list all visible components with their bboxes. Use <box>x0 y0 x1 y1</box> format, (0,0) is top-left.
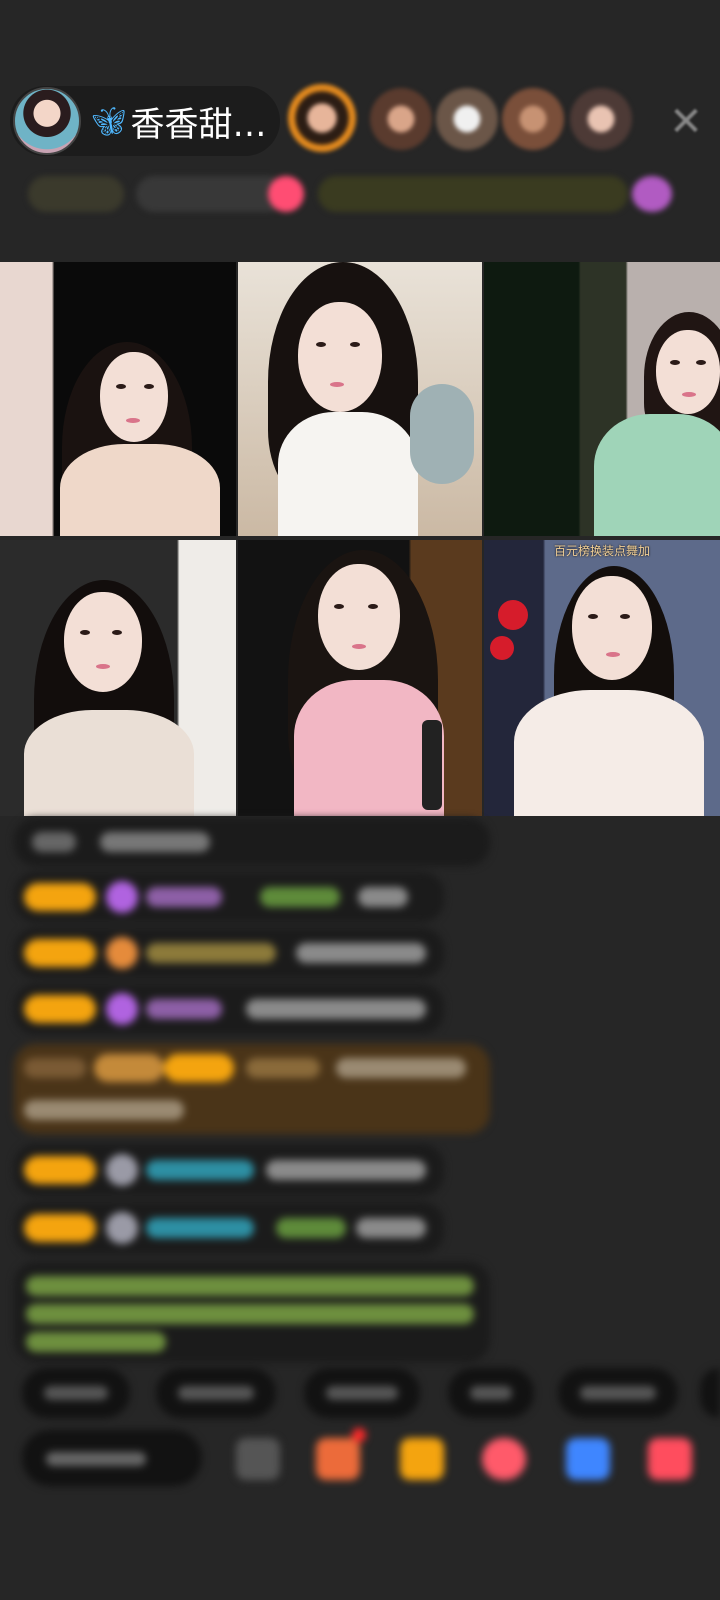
notification-dot <box>352 1428 366 1442</box>
tile-caption: 百元榜换装点舞加 <box>553 544 650 558</box>
share-icon[interactable] <box>566 1438 610 1480</box>
quick-chip[interactable] <box>304 1368 420 1418</box>
chat-message <box>14 1144 444 1196</box>
video-tile-1[interactable] <box>0 262 236 536</box>
top-viewer-avatar-5[interactable] <box>570 88 632 150</box>
room-tags-row[interactable] <box>20 172 700 216</box>
quick-chip[interactable] <box>558 1368 678 1418</box>
chat-input[interactable] <box>22 1430 202 1486</box>
gift-icon[interactable] <box>648 1438 692 1480</box>
video-tile-6[interactable]: 百元榜换装点舞加 <box>484 540 720 816</box>
butterfly-icon: 🦋︎ <box>91 104 127 138</box>
top-viewer-avatar-3[interactable] <box>436 88 498 150</box>
emoji-icon[interactable] <box>236 1438 280 1480</box>
video-tile-2[interactable] <box>238 262 482 536</box>
chat-message <box>14 872 444 922</box>
game-icon[interactable] <box>482 1438 526 1480</box>
chat-message <box>14 984 444 1034</box>
quick-chip[interactable] <box>22 1368 130 1418</box>
top-viewer-avatar-2[interactable] <box>370 88 432 150</box>
close-icon[interactable]: ✕ <box>664 100 708 144</box>
chat-message-highlight <box>14 1044 490 1134</box>
gift-box-icon[interactable] <box>316 1438 360 1480</box>
top-viewer-avatar-4[interactable] <box>502 88 564 150</box>
host-name[interactable]: 🦋︎ 香香甜… <box>91 97 267 146</box>
video-tile-3[interactable] <box>484 262 720 536</box>
chat-message <box>14 928 444 978</box>
chat-message <box>14 1202 444 1254</box>
quick-chip[interactable] <box>448 1368 534 1418</box>
host-profile-pill[interactable]: 🦋︎ 香香甜… <box>10 86 280 156</box>
top-viewer-avatar-1[interactable] <box>288 84 356 152</box>
host-avatar[interactable] <box>13 87 81 155</box>
video-tile-4[interactable] <box>0 540 236 816</box>
quick-chip[interactable] <box>700 1368 720 1418</box>
video-tile-5[interactable] <box>238 540 482 816</box>
quick-chip[interactable] <box>156 1368 276 1418</box>
chat-message <box>14 818 490 866</box>
chat-system-notice <box>14 1262 490 1362</box>
host-name-text: 香香甜… <box>130 104 267 145</box>
wish-icon[interactable] <box>400 1438 444 1480</box>
